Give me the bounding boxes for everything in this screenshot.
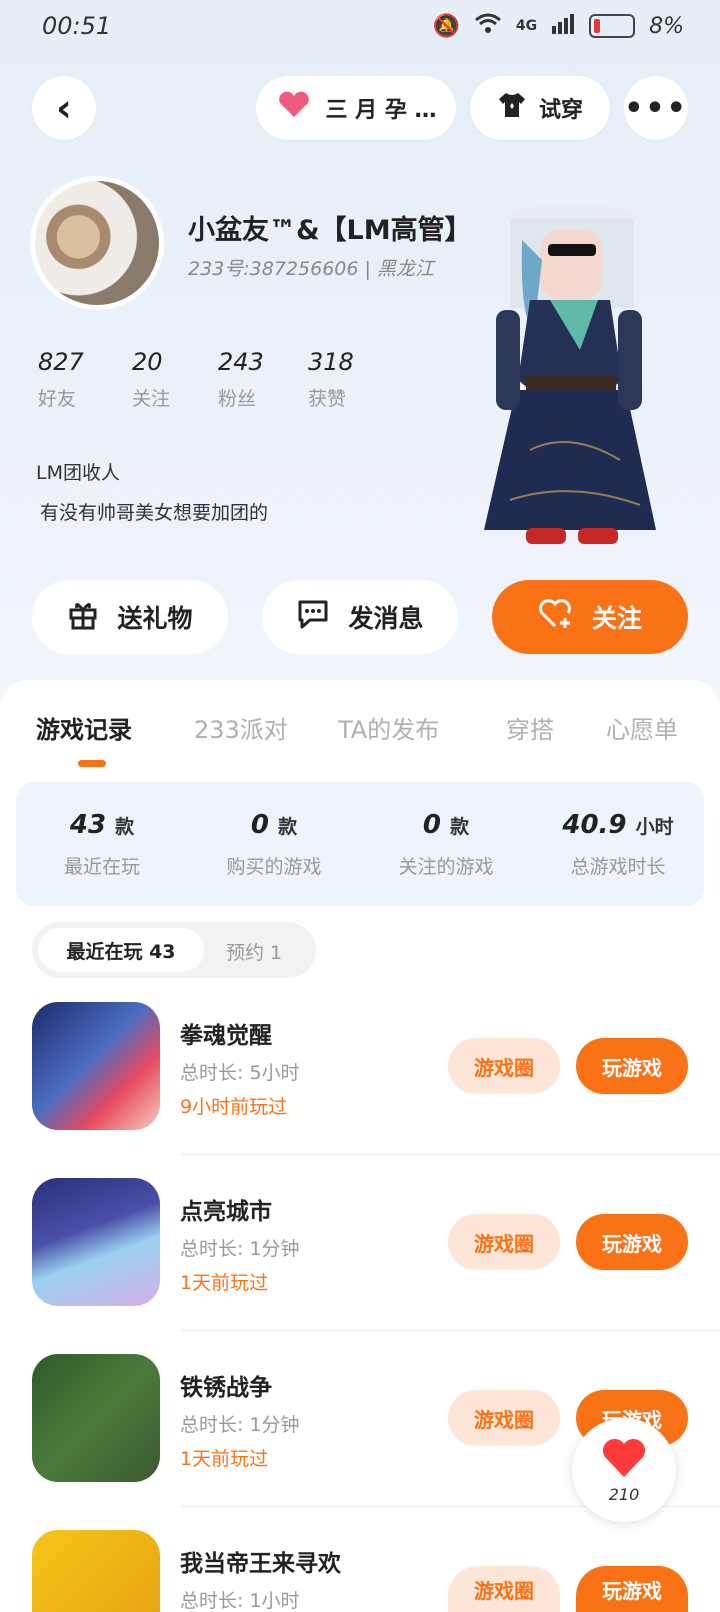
summary-unit: 小时 <box>635 816 674 838</box>
play-game-button[interactable]: 玩游戏 <box>576 1566 688 1612</box>
bio-line-1: LM团收人 <box>36 462 120 484</box>
game-last-played: 9小时前玩过 <box>180 1096 288 1118</box>
message-icon <box>296 598 330 636</box>
heart-plus-icon <box>538 598 574 636</box>
avatar[interactable] <box>30 176 164 310</box>
network-label: 4G <box>515 18 538 34</box>
character-figure[interactable] <box>460 200 680 560</box>
summary-label: 购买的游戏 <box>226 856 322 878</box>
stat-likes[interactable]: 318 获赞 <box>308 348 354 411</box>
summary-label: 最近在玩 <box>63 856 140 878</box>
game-circle-button[interactable]: 游戏圈 <box>448 1566 560 1612</box>
game-total-time: 总时长: 5小时 <box>180 1062 300 1084</box>
tab-outfit[interactable]: 穿搭 <box>506 710 554 745</box>
summary-value: 43 <box>69 810 107 840</box>
back-button[interactable]: ‹ <box>32 76 96 140</box>
game-total-time: 总时长: 1分钟 <box>180 1238 300 1260</box>
game-last-played: 1天前玩过 <box>180 1272 269 1294</box>
game-name: 铁锈战争 <box>180 1375 272 1401</box>
tab-posts[interactable]: TA的发布 <box>338 710 439 745</box>
nickname: 小盆友™&【LM高管】 <box>188 215 472 246</box>
stat-label: 关注 <box>132 388 171 410</box>
summary-purchased[interactable]: 0 款 购买的游戏 <box>188 810 360 879</box>
stat-num: 243 <box>218 348 264 376</box>
stat-num: 318 <box>308 348 354 376</box>
segment-reserve[interactable]: 预约 1 <box>226 938 282 965</box>
like-float-button[interactable]: 210 <box>572 1418 676 1522</box>
tab-game-record[interactable]: 游戏记录 <box>36 710 132 745</box>
summary-label: 总游戏时长 <box>570 856 666 878</box>
play-game-button[interactable]: 玩游戏 <box>576 1038 688 1094</box>
tshirt-icon <box>497 91 527 125</box>
stat-fans[interactable]: 243 粉丝 <box>218 348 264 411</box>
game-icon[interactable] <box>32 1530 160 1612</box>
like-count: 210 <box>608 1484 640 1504</box>
bio-line-2: 有没有帅哥美女想要加团的 <box>40 502 269 524</box>
tag-label: 三 月 孕 … <box>325 98 437 123</box>
game-circle-button[interactable]: 游戏圈 <box>448 1214 560 1270</box>
game-name: 我当帝王来寻欢 <box>180 1551 341 1577</box>
more-button[interactable]: ••• <box>624 76 688 140</box>
more-dots-icon: ••• <box>624 90 688 126</box>
follow-button[interactable]: 关注 <box>492 580 688 654</box>
status-icons: 🔕 4G 8% <box>432 12 684 40</box>
follow-label: 关注 <box>591 604 642 633</box>
game-last-played: 1天前玩过 <box>180 1448 269 1470</box>
game-name: 点亮城市 <box>180 1199 272 1225</box>
summary-followed[interactable]: 0 款 关注的游戏 <box>360 810 532 879</box>
tab-indicator <box>78 760 106 767</box>
mute-icon: 🔕 <box>432 13 460 39</box>
send-message-button[interactable]: 发消息 <box>262 580 458 654</box>
send-gift-button[interactable]: 送礼物 <box>32 580 228 654</box>
game-icon[interactable] <box>32 1002 160 1130</box>
divider <box>180 1330 720 1331</box>
stat-label: 好友 <box>38 388 77 410</box>
wifi-icon <box>474 12 502 40</box>
tag-button[interactable]: 三 月 孕 … <box>256 76 456 140</box>
summary-value: 0 <box>422 810 441 840</box>
game-circle-button[interactable]: 游戏圈 <box>448 1390 560 1446</box>
back-arrow-icon: ‹ <box>56 86 72 130</box>
summary-recent[interactable]: 43 款 最近在玩 <box>16 810 188 879</box>
battery-icon <box>589 14 636 38</box>
tab-wishlist[interactable]: 心愿单 <box>606 710 678 745</box>
summary-value: 0 <box>250 810 269 840</box>
summary-unit: 款 <box>450 816 470 838</box>
summary-total-time[interactable]: 40.9 小时 总游戏时长 <box>532 810 704 879</box>
send-message-label: 发消息 <box>348 604 424 633</box>
game-name: 拳魂觉醒 <box>180 1023 272 1049</box>
heart-badge-icon <box>276 91 312 125</box>
battery-percent: 8% <box>649 13 684 39</box>
stat-label: 获赞 <box>308 388 347 410</box>
summary-unit: 款 <box>278 816 298 838</box>
uid-line: 233号:387256606 | 黑龙江 <box>188 258 434 280</box>
summary-unit: 款 <box>115 816 135 838</box>
segment-recent[interactable]: 最近在玩 43 <box>38 928 204 972</box>
summary-label: 关注的游戏 <box>398 856 494 878</box>
stat-num: 827 <box>38 348 84 376</box>
play-game-button[interactable]: 玩游戏 <box>576 1214 688 1270</box>
tab-233-party[interactable]: 233派对 <box>194 710 288 745</box>
game-total-time: 总时长: 1分钟 <box>180 1414 300 1436</box>
stat-label: 粉丝 <box>218 388 257 410</box>
game-icon[interactable] <box>32 1178 160 1306</box>
gift-icon <box>67 598 99 636</box>
send-gift-label: 送礼物 <box>117 604 193 633</box>
heart-icon <box>601 1437 647 1483</box>
game-icon[interactable] <box>32 1354 160 1482</box>
summary-value: 40.9 <box>562 810 627 840</box>
stat-following[interactable]: 20 关注 <box>132 348 170 411</box>
game-total-time: 总时长: 1小时 <box>180 1590 300 1612</box>
divider <box>180 1154 720 1155</box>
status-time: 00:51 <box>42 12 112 40</box>
signal-icon <box>551 12 575 40</box>
stat-friends[interactable]: 827 好友 <box>38 348 84 411</box>
try-on-button[interactable]: 试穿 <box>470 76 610 140</box>
stat-num: 20 <box>132 348 163 376</box>
game-circle-button[interactable]: 游戏圈 <box>448 1038 560 1094</box>
try-on-label: 试穿 <box>538 98 583 123</box>
